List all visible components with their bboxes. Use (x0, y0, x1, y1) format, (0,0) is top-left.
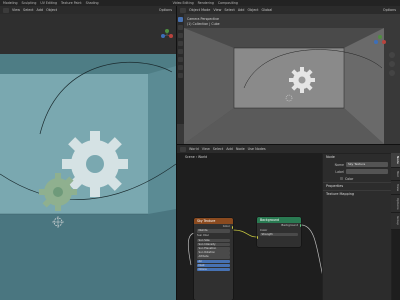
sidebar-tabs: Node Tool View Options Group (391, 153, 400, 230)
name-label: Name (334, 162, 344, 167)
field-dust[interactable]: Dust (197, 263, 230, 268)
options-menu[interactable]: Options (159, 8, 172, 12)
background-output-socket[interactable] (299, 224, 301, 227)
color-checkbox[interactable] (340, 177, 343, 180)
camera-view-scene (184, 28, 384, 144)
view-menu[interactable]: View (213, 8, 221, 12)
background-node[interactable]: Background Background Color Strength (257, 217, 301, 247)
mode-select[interactable]: Object Mode (189, 8, 210, 12)
select-menu[interactable]: Select (224, 8, 234, 12)
field-air[interactable]: Air (197, 259, 230, 264)
object-menu[interactable]: Object (46, 8, 57, 12)
strength-field[interactable]: Strength (260, 232, 298, 237)
navigation-gizmo-icon[interactable] (373, 34, 387, 48)
object-menu[interactable]: Object (247, 8, 258, 12)
cursor-tool-icon[interactable] (178, 25, 183, 30)
gear-object[interactable] (62, 131, 128, 197)
color-label: Color (345, 176, 354, 181)
workspace-tab-uv[interactable]: UV Editing (40, 1, 57, 5)
properties-section-header[interactable]: Properties (323, 182, 391, 190)
workspace-tab-video[interactable]: Video Editing (173, 1, 194, 5)
color-input-socket[interactable] (257, 236, 259, 239)
color-output-socket[interactable] (231, 226, 233, 229)
left-viewport-header: View Select Add Object Options (0, 6, 176, 14)
zoom-icon[interactable] (389, 52, 395, 58)
add-menu[interactable]: Add (37, 8, 44, 12)
label-input[interactable] (346, 169, 388, 174)
node-properties-sidebar: Node Name Sky Texture Label Color Proper… (322, 153, 392, 300)
view-controls (389, 52, 395, 76)
field-sun-elevation[interactable]: Sun Elevation (197, 246, 230, 251)
pan-icon[interactable] (389, 61, 395, 67)
sky-texture-node[interactable]: Sky Texture Color Nishita Sun Disc Sun S… (194, 218, 233, 300)
view-menu[interactable]: View (12, 8, 20, 12)
select-tool-icon[interactable] (178, 17, 183, 22)
editor-type-button[interactable] (3, 7, 9, 13)
workspace-tab-modeling[interactable]: Modeling (3, 1, 18, 5)
field-ozone[interactable]: Ozone (197, 267, 230, 272)
workspace-tab-compositing[interactable]: Compositing (218, 1, 238, 5)
sky-type-select[interactable]: Nishita (197, 229, 230, 233)
workspace-tab-sculpting[interactable]: Sculpting (22, 1, 37, 5)
right-viewport[interactable]: Object Mode View Select Add Object Globa… (177, 6, 400, 144)
background-output-label: Background (281, 223, 298, 227)
annotate-tool-icon[interactable] (178, 65, 183, 70)
scale-tool-icon[interactable] (178, 49, 183, 54)
tab-view[interactable]: View (391, 180, 400, 195)
add-menu[interactable]: Add (238, 8, 245, 12)
gear-object-preview[interactable] (289, 67, 315, 93)
left-viewport[interactable]: View Select Add Object Options (0, 6, 176, 300)
measure-tool-icon[interactable] (178, 73, 183, 78)
left-viewport-scene (0, 14, 176, 300)
tab-group[interactable]: Group (391, 213, 400, 230)
field-sun-intensity[interactable]: Sun Intensity (197, 242, 230, 247)
texture-mapping-section-header[interactable]: Texture Mapping (323, 190, 391, 198)
right-viewport-header: Object Mode View Select Add Object Globa… (177, 6, 400, 14)
workspace-tab-shading[interactable]: Shading (86, 1, 99, 5)
navigation-gizmo-icon[interactable] (160, 28, 174, 42)
name-input[interactable]: Sky Texture (346, 162, 388, 167)
editor-type-button[interactable] (180, 7, 186, 13)
label-label: Label (335, 169, 344, 174)
camera-icon[interactable] (389, 70, 395, 76)
transform-tool-icon[interactable] (178, 57, 183, 62)
node-section-header[interactable]: Node (323, 154, 391, 161)
tab-tool[interactable]: Tool (391, 167, 400, 181)
tool-shelf (177, 14, 184, 124)
move-tool-icon[interactable] (178, 33, 183, 38)
camera-perspective-label: Camera Perspective (187, 17, 219, 21)
tab-options[interactable]: Options (391, 194, 400, 214)
workspace-tab-rendering[interactable]: Rendering (198, 1, 214, 5)
select-menu[interactable]: Select (23, 8, 33, 12)
options-menu[interactable]: Options (383, 8, 396, 12)
workspace-tab-texture[interactable]: Texture Paint (61, 1, 82, 5)
transform-orientation[interactable]: Global (262, 8, 273, 12)
tab-node[interactable]: Node (391, 153, 400, 168)
field-sun-size[interactable]: Sun Size (197, 238, 230, 243)
active-object-label: (1) Collection | Cube (187, 22, 220, 26)
rotate-tool-icon[interactable] (178, 41, 183, 46)
field-altitude[interactable]: Altitude (197, 255, 230, 259)
color-output-label: Color (222, 224, 230, 228)
color-input-label: Color (260, 227, 268, 232)
sun-disc-checkbox[interactable]: Sun Disc (194, 233, 233, 238)
node-editor[interactable]: World View Select Add Node Use Nodes Sce… (177, 145, 400, 300)
